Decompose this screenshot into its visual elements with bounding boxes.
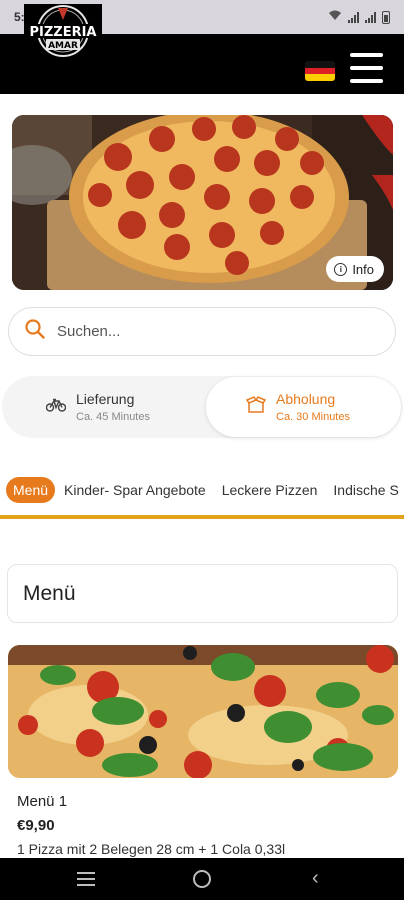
language-flag-de[interactable] bbox=[305, 61, 335, 81]
hamburger-menu-button[interactable] bbox=[350, 53, 383, 83]
svg-text:AMAR: AMAR bbox=[48, 41, 78, 51]
pickup-box-icon bbox=[245, 395, 267, 419]
hero-banner: i Info bbox=[12, 115, 393, 290]
bicycle-icon bbox=[45, 398, 67, 417]
product-name[interactable]: Menü 1 bbox=[17, 793, 67, 810]
tab-kinder-spar-angebote[interactable]: Kinder- Spar Angebote bbox=[64, 482, 206, 498]
category-tabs: Menü Kinder- Spar Angebote Leckere Pizze… bbox=[0, 475, 404, 505]
home-icon[interactable] bbox=[193, 870, 211, 888]
delivery-mode-toggle: Lieferung Ca. 45 Minutes Abholung Ca. 30… bbox=[2, 376, 402, 438]
signal-icon bbox=[348, 11, 359, 23]
pizza-closeup-photo bbox=[8, 645, 398, 778]
search-icon bbox=[25, 319, 45, 344]
delivery-option-abholung[interactable]: Abholung Ca. 30 Minutes bbox=[206, 377, 401, 437]
back-icon[interactable]: ‹ bbox=[312, 868, 319, 888]
tab-indische[interactable]: Indische S bbox=[333, 482, 398, 498]
info-label: Info bbox=[352, 261, 374, 277]
product-image[interactable] bbox=[8, 645, 398, 778]
info-button[interactable]: i Info bbox=[326, 256, 384, 282]
delivery-option-label: Lieferung bbox=[76, 391, 135, 407]
svg-text:PIZZERIA: PIZZERIA bbox=[29, 25, 96, 40]
pickup-option-label: Abholung bbox=[276, 391, 336, 407]
tab-leckere-pizzen[interactable]: Leckere Pizzen bbox=[222, 482, 318, 498]
recents-icon[interactable] bbox=[77, 872, 95, 886]
info-icon: i bbox=[334, 262, 348, 276]
pickup-option-time: Ca. 30 Minutes bbox=[276, 411, 350, 423]
tab-menu[interactable]: Menü bbox=[6, 477, 56, 503]
signal-icon-2 bbox=[365, 11, 376, 23]
wifi-icon bbox=[328, 10, 342, 24]
pizzeria-logo[interactable]: PIZZERIA AMAR bbox=[24, 4, 102, 60]
app-screen: 5:39 PIZZERIA AMAR bbox=[0, 0, 404, 900]
status-icons bbox=[328, 10, 390, 24]
product-description: 1 Pizza mit 2 Belegen 28 cm + 1 Cola 0,3… bbox=[17, 841, 286, 857]
delivery-option-lieferung[interactable]: Lieferung Ca. 45 Minutes bbox=[45, 376, 150, 438]
tabs-divider bbox=[0, 515, 404, 519]
search-input[interactable] bbox=[57, 323, 357, 340]
section-title-card: Menü bbox=[7, 564, 398, 623]
product-price: €9,90 bbox=[17, 817, 55, 834]
delivery-option-time: Ca. 45 Minutes bbox=[76, 411, 150, 423]
system-navigation-bar: ‹ bbox=[0, 858, 404, 900]
search-bar[interactable] bbox=[8, 307, 396, 356]
section-title: Menü bbox=[23, 581, 76, 605]
battery-icon bbox=[382, 10, 390, 24]
